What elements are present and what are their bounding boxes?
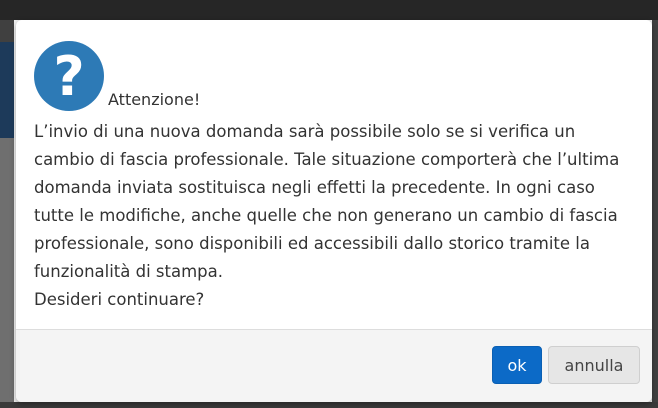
backdrop-content-strip bbox=[0, 138, 14, 408]
dialog-body: ? Attenzione! L’invio di una nuova doman… bbox=[16, 20, 652, 330]
message-line: L’invio di una nuova domanda sarà possib… bbox=[34, 122, 576, 141]
dialog-footer: ok annulla bbox=[16, 329, 652, 402]
confirm-dialog: ? Attenzione! L’invio di una nuova doman… bbox=[16, 20, 652, 402]
message-line: Desideri continuare? bbox=[34, 290, 205, 309]
backdrop-overlay-left bbox=[0, 20, 14, 408]
ok-button[interactable]: ok bbox=[492, 346, 542, 384]
cancel-button[interactable]: annulla bbox=[548, 346, 640, 384]
message-line: tutte le modifiche, anche quelle che non… bbox=[34, 206, 618, 225]
dialog-message: L’invio di una nuova domanda sarà possib… bbox=[34, 118, 649, 314]
message-line: funzionalità di stampa. bbox=[34, 262, 224, 281]
svg-text:?: ? bbox=[53, 45, 84, 108]
backdrop-overlay-top bbox=[0, 0, 658, 20]
message-line: cambio di fascia professionale. Tale sit… bbox=[34, 150, 620, 169]
message-line: professionale, sono disponibili ed acces… bbox=[34, 234, 590, 253]
backdrop-overlay-bottom bbox=[0, 402, 658, 408]
dialog-title: Attenzione! bbox=[108, 90, 201, 109]
backdrop-overlay-right bbox=[652, 20, 658, 408]
message-line: domanda inviata sostituisca negli effett… bbox=[34, 178, 595, 197]
backdrop-header-strip bbox=[0, 42, 14, 138]
question-mark-icon: ? bbox=[34, 41, 104, 111]
